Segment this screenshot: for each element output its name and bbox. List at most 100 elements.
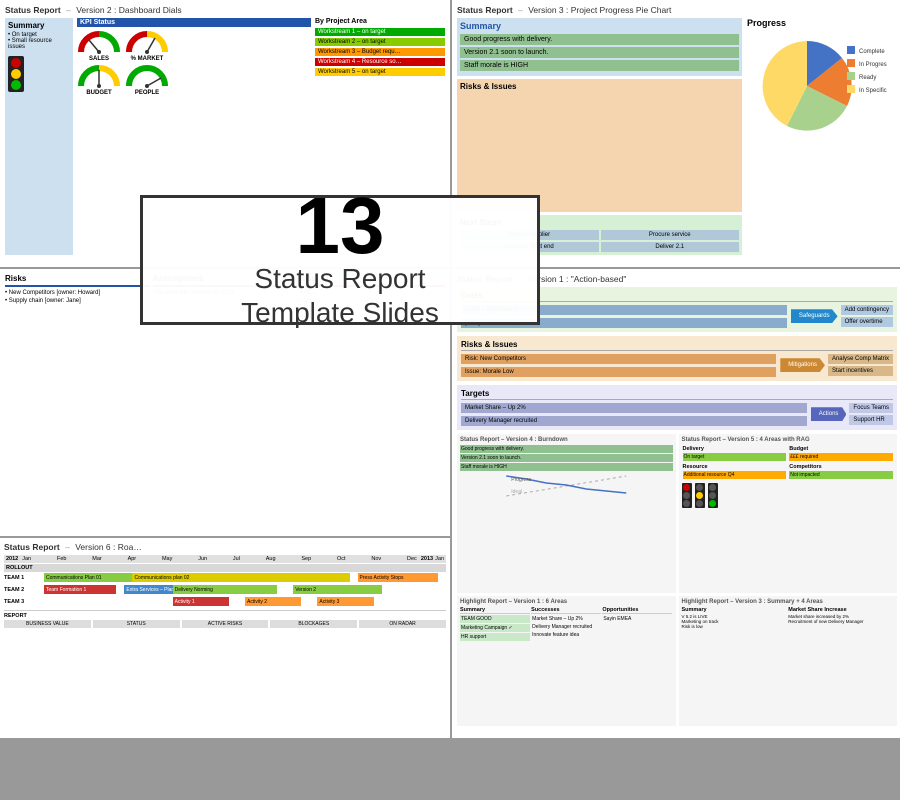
- rag-d1: On target: [683, 453, 787, 461]
- rag-competitors: Competitors Not impacted: [788, 463, 894, 480]
- overlay-text: Status Report Template Slides: [241, 262, 439, 329]
- slide-1-title: Status Report – Version 2 : Dashboard Di…: [5, 5, 445, 15]
- rc-4: BLOCKAGES: [270, 620, 357, 628]
- mini-v5: Status Report – Version 5 : 4 Areas with…: [679, 434, 898, 593]
- timeline-header: 2012 JanFebMar AprMayJun JulAugSep OctNo…: [4, 555, 446, 563]
- legend-spec-text: In Specification: [859, 88, 887, 94]
- summary-item-b: Version 2.1 soon to launch.: [460, 47, 739, 58]
- team1-bar2: Communications plan 02: [132, 573, 349, 582]
- hl1-succ-title: Successes: [531, 607, 601, 614]
- dials-row-2: BUDGET PEOPLE: [77, 64, 311, 96]
- summary-panel: Summary • On target • Small resource iss…: [5, 18, 73, 255]
- mitigation-list: Analyse Comp Matrix Start incentives: [828, 354, 893, 376]
- mitigations-row: Mitigations Analyse Comp Matrix Start in…: [780, 354, 893, 376]
- rc-5: ON RADAR: [359, 620, 446, 628]
- slide-4-bottom-row: Status Report – Version 6 : Roa… 2012 Ja…: [0, 538, 450, 738]
- mini-hl3-title: Highlight Report – Version 3 : Summary +…: [682, 599, 895, 605]
- mini-hl1-title: Highlight Report – Version 1 : 6 Areas: [460, 599, 673, 605]
- hl1-summary: Summary TEAM GOOD Marketing Campaign ✓ H…: [460, 607, 530, 641]
- mini-hl1: Highlight Report – Version 1 : 6 Areas S…: [457, 596, 676, 726]
- team2-row: TEAM 2 Team Formation 1 Extra Services –…: [4, 585, 446, 595]
- dial-budget: BUDGET: [77, 64, 121, 96]
- summary-item-c: Staff morale is HIGH: [460, 60, 739, 71]
- dial-sales: SALES: [77, 30, 121, 62]
- rc-1: BUSINESS VALUE: [4, 620, 91, 628]
- mtl3-g: [709, 500, 716, 507]
- team1-row: TEAM 1 Communications Plan 01 Communicat…: [4, 573, 446, 583]
- legend-ready-text: Ready: [859, 75, 876, 81]
- rag-delivery: Delivery On target: [682, 445, 788, 462]
- legend-complete-text: Complete: [859, 49, 885, 55]
- summary-label: Summary: [8, 21, 70, 30]
- hl3-m2: Recruitment of new Delivery Manager: [788, 619, 894, 624]
- mv4-s2: Version 2.1 soon to launch.: [460, 454, 673, 462]
- hl1-su2: Delivery Manager recruited: [531, 623, 601, 631]
- hl1-summary-title: Summary: [460, 607, 530, 614]
- rag-b-title: Budget: [789, 446, 893, 452]
- report-row: REPORT BUSINESS VALUE STATUS ACTIVE RISK…: [4, 610, 446, 628]
- hl3-s3: Risk is low: [682, 624, 788, 629]
- risks-content: Risk: New Competitors Issue: Morale Low …: [461, 354, 893, 377]
- mtl2-g: [696, 500, 703, 507]
- hl1-grid: Summary TEAM GOOD Marketing Campaign ✓ H…: [460, 607, 673, 641]
- mtl3-y: [709, 492, 716, 499]
- team3-bar1: Activity 1: [173, 597, 229, 606]
- hl1-s1: TEAM GOOD: [460, 615, 530, 623]
- rag-r-title: Resource: [683, 464, 787, 470]
- rag-grid-mini: Delivery On target Budget £££ required R…: [682, 445, 895, 480]
- ns-2: Procure service: [601, 230, 740, 240]
- page-layout: Status Report – Version 2 : Dashboard Di…: [0, 0, 900, 800]
- mtl1-g: [683, 500, 690, 507]
- team2-gantt: Team Formation 1 Extra Services – Plan B…: [44, 585, 446, 595]
- svg-text:Progress: Progress: [511, 477, 532, 483]
- mini-tl-1: [682, 483, 692, 508]
- action-list: Focus Teams Support HR: [849, 403, 893, 425]
- sg-1: Add contingency: [841, 305, 893, 315]
- team1-bar3: Press Activity Stops: [358, 573, 438, 582]
- rag-r1: Additional resource Q4: [683, 471, 787, 479]
- rag-d-title: Delivery: [683, 446, 787, 452]
- dial-people: PEOPLE: [125, 64, 169, 96]
- overlay-line2: Template Slides: [241, 296, 439, 330]
- overlay-box: 13 Status Report Template Slides: [140, 195, 540, 325]
- risk-item-2: • Supply chain [owner: Jane]: [5, 298, 150, 304]
- risk-1: Risk: New Competitors: [461, 354, 776, 364]
- team3-row: TEAM 3 Activity 1 Activity 2 Activity 3: [4, 597, 446, 607]
- legend-ready-dot: [847, 72, 855, 80]
- gauge-market: [125, 30, 169, 56]
- mtl1-y: [683, 492, 690, 499]
- risks-section-5: Risks & Issues Risk: New Competitors Iss…: [457, 336, 897, 381]
- svg-text:Ideal: Ideal: [511, 489, 522, 495]
- hl1-s2: Marketing Campaign ✓: [460, 624, 530, 632]
- rc-2: STATUS: [93, 620, 180, 628]
- legend-inprogress-text: In Progress: [859, 62, 887, 68]
- mv4-s1: Good progress with delivery.: [460, 445, 673, 453]
- slide-4-title: Status Report – Version 6 : Roa…: [4, 542, 446, 552]
- by-project-title: By Project Area: [315, 18, 445, 25]
- mini-hl3: Highlight Report – Version 3 : Summary +…: [679, 596, 898, 726]
- mini-tl-3: [708, 483, 718, 508]
- ws-5: Workstream 5 – on target: [315, 68, 445, 76]
- kpi-title: KPI Status: [77, 18, 311, 27]
- team2-bar3: Delivery Norming: [173, 585, 278, 594]
- hl3-summary: Summary V 5.2 is LIVE Marketing on track…: [682, 607, 788, 629]
- progress-label: Progress: [747, 18, 897, 28]
- team3-label: TEAM 3: [4, 599, 44, 605]
- risks-col: Risks • New Competitors [owner: Howard] …: [5, 274, 150, 531]
- sg-2: Offer overtime: [841, 317, 893, 327]
- gauge-sales: [77, 30, 121, 56]
- mv4-s3: Staff morale is HIGH: [460, 463, 673, 471]
- team1-label: TEAM 1: [4, 575, 44, 581]
- mit-1: Analyse Comp Matrix: [828, 354, 893, 364]
- mtl3-r: [709, 484, 716, 491]
- risk-item-1: • New Competitors [owner: Howard]: [5, 290, 150, 296]
- hl1-o1: Sayin EMEA: [602, 615, 672, 623]
- targets-content: Market Share – Up 2% Delivery Manager re…: [461, 403, 893, 426]
- team2-label: TEAM 2: [4, 587, 44, 593]
- hl1-su1: Market Share – Up 2%: [531, 615, 601, 623]
- legend-inprogress-dot: [847, 59, 855, 67]
- hl3-market-title: Market Share Increase: [788, 607, 894, 613]
- risk-2: Issue: Morale Low: [461, 367, 776, 377]
- slide2-summary: Summary Good progress with delivery. Ver…: [457, 18, 742, 76]
- gauge-people: [125, 64, 169, 90]
